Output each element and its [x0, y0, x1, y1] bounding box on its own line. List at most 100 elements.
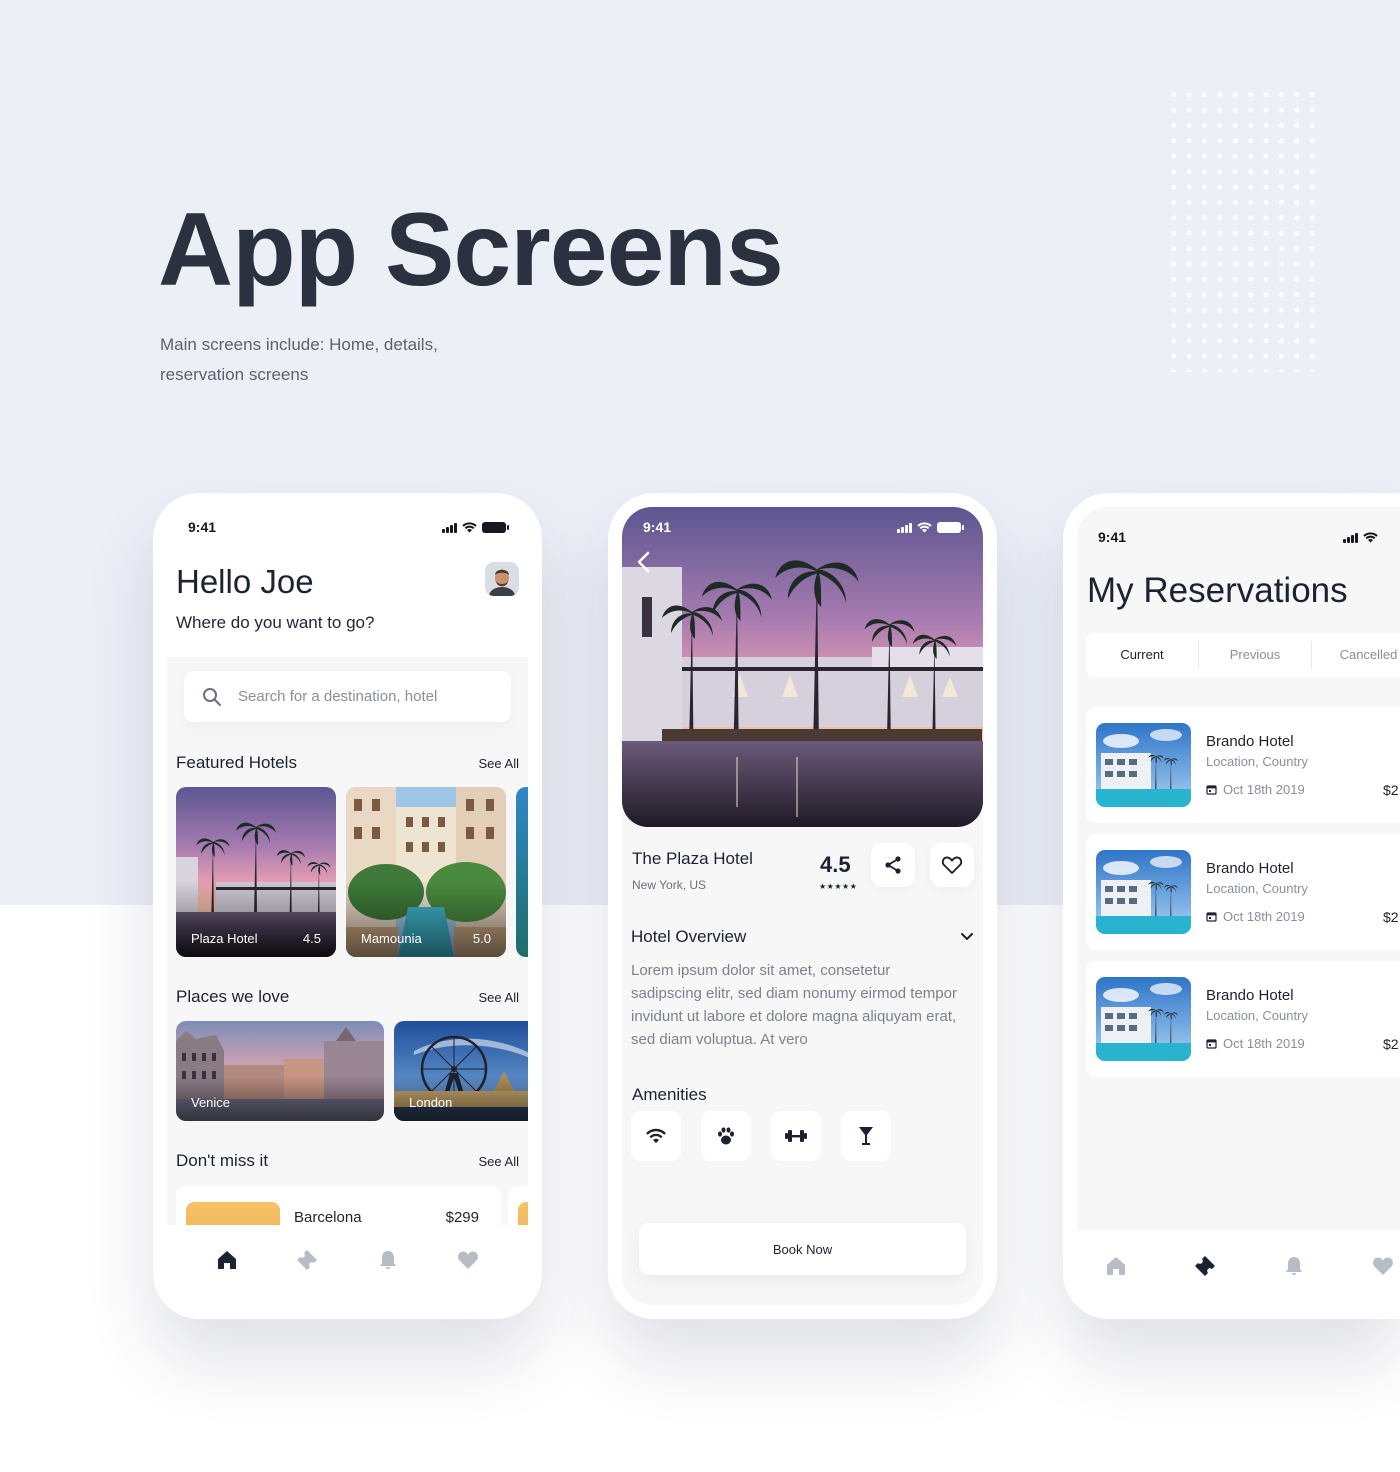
details-screen-phone: 9:41 The Plaza Hotel New York, US 4.5 ★★…	[608, 493, 997, 1319]
hotel-card-plaza[interactable]: Plaza Hotel 4.5	[176, 787, 336, 957]
home-screen-phone: 9:41 Hello Joe Where do you want to go?	[153, 493, 542, 1319]
paw-icon	[718, 1127, 734, 1145]
share-button[interactable]	[871, 843, 915, 887]
tab-notifications[interactable]	[368, 1240, 408, 1280]
reservation-hotel-photo	[1096, 977, 1191, 1061]
status-bar: 9:41	[1077, 517, 1400, 557]
place-card-name: London	[409, 1095, 453, 1110]
bell-icon	[379, 1251, 396, 1269]
dont-miss-header: Don't miss it See All	[176, 1151, 519, 1171]
reservation-card[interactable]: Brando Hotel Location, Country Oct 18th …	[1086, 961, 1400, 1077]
signal-icon	[1343, 532, 1358, 543]
tab-tickets[interactable]	[1187, 1246, 1222, 1286]
tab-home[interactable]	[207, 1240, 247, 1280]
details-screen: 9:41 The Plaza Hotel New York, US 4.5 ★★…	[622, 507, 983, 1305]
ticket-icon	[1194, 1255, 1215, 1276]
amenity-pets[interactable]	[701, 1111, 751, 1161]
dont-miss-see-all-link[interactable]: See All	[479, 1154, 519, 1169]
places-header: Places we love See All	[176, 987, 519, 1007]
avatar[interactable]	[485, 562, 519, 596]
tab-home[interactable]	[1098, 1246, 1133, 1286]
heart-outline-icon	[941, 856, 963, 874]
bell-icon	[1285, 1256, 1302, 1275]
calendar-icon	[1206, 912, 1217, 922]
reservation-segment-control: Current Previous Cancelled	[1086, 633, 1400, 677]
favorite-button[interactable]	[930, 843, 974, 887]
reservations-screen: 9:41 My Reservations Current Previous Ca…	[1077, 507, 1400, 1305]
battery-icon	[937, 521, 964, 533]
status-time: 9:41	[188, 519, 217, 535]
segment-cancelled[interactable]: Cancelled	[1312, 641, 1400, 669]
hotel-location: New York, US	[632, 878, 707, 892]
hotel-rating: 4.5	[820, 852, 851, 877]
bottom-tab-bar	[167, 1225, 528, 1305]
search-input[interactable]	[238, 688, 498, 705]
amenity-wifi[interactable]	[631, 1111, 681, 1161]
reservations-title: My Reservations	[1087, 571, 1348, 610]
reservation-location: Location, Country	[1206, 881, 1308, 896]
battery-icon	[482, 521, 509, 533]
hotel-card-mamounia[interactable]: Mamounia 5.0	[346, 787, 506, 957]
heart-icon	[1372, 1257, 1393, 1275]
dont-miss-title: Don't miss it	[176, 1151, 269, 1170]
place-card-london[interactable]: London	[394, 1021, 528, 1121]
reservation-card[interactable]: Brando Hotel Location, Country Oct 18th …	[1086, 834, 1400, 950]
featured-header: Featured Hotels See All	[176, 753, 519, 773]
reservation-card[interactable]: Brando Hotel Location, Country Oct 18th …	[1086, 707, 1400, 823]
hotel-name: The Plaza Hotel	[632, 849, 753, 868]
page-subtitle: Main screens include: Home, details, res…	[160, 335, 438, 384]
signal-icon	[897, 522, 912, 533]
status-bar: 9:41	[622, 507, 983, 547]
hotel-card-name: Mamounia	[361, 931, 422, 946]
place-card-venice[interactable]: Venice	[176, 1021, 384, 1121]
amenity-bar[interactable]	[841, 1111, 891, 1161]
home-icon	[1106, 1256, 1125, 1275]
reservation-hotel-photo	[1096, 723, 1191, 807]
status-time: 9:41	[643, 519, 672, 535]
cocktail-icon	[859, 1127, 873, 1145]
hotel-card-partial[interactable]	[516, 787, 528, 957]
home-icon	[218, 1251, 237, 1269]
tab-notifications[interactable]	[1276, 1246, 1311, 1286]
reservation-hotel-name: Brando Hotel	[1206, 733, 1294, 750]
hotel-hero-image: 9:41	[622, 507, 983, 827]
wifi-status-icon	[462, 521, 477, 532]
reservation-date-text: Oct 18th 2019	[1223, 782, 1305, 797]
reservation-location: Location, Country	[1206, 754, 1308, 769]
signal-icon	[442, 522, 457, 533]
share-icon	[885, 856, 901, 874]
tab-favorites[interactable]	[1365, 1246, 1400, 1286]
ticket-icon	[297, 1250, 318, 1270]
back-arrow-icon[interactable]	[634, 550, 654, 574]
reservation-location: Location, Country	[1206, 1008, 1308, 1023]
segment-previous[interactable]: Previous	[1199, 641, 1312, 669]
overview-header[interactable]: Hotel Overview	[631, 927, 974, 947]
greeting-prompt: Where do you want to go?	[176, 613, 375, 632]
home-screen: 9:41 Hello Joe Where do you want to go?	[167, 507, 528, 1305]
places-see-all-link[interactable]: See All	[479, 990, 519, 1005]
reservation-date-text: Oct 18th 2019	[1223, 1036, 1305, 1051]
reservation-date: Oct 18th 2019	[1206, 909, 1305, 924]
overview-title: Hotel Overview	[631, 927, 747, 946]
tab-tickets[interactable]	[287, 1240, 327, 1280]
segment-current[interactable]: Current	[1086, 641, 1199, 669]
chevron-down-icon[interactable]	[960, 932, 974, 942]
tab-favorites[interactable]	[448, 1240, 488, 1280]
deal-price: $299	[445, 1209, 479, 1226]
book-now-button[interactable]: Book Now	[639, 1223, 966, 1275]
deal-name: Barcelona	[294, 1209, 362, 1226]
reservation-price: $2	[1383, 909, 1399, 925]
wifi-status-icon	[1363, 531, 1378, 542]
place-card-name: Venice	[191, 1095, 231, 1110]
featured-title: Featured Hotels	[176, 753, 297, 772]
reservation-hotel-name: Brando Hotel	[1206, 860, 1294, 877]
amenity-gym[interactable]	[771, 1111, 821, 1161]
calendar-icon	[1206, 785, 1217, 795]
search-icon	[203, 687, 221, 706]
wifi-icon	[646, 1128, 666, 1143]
greeting-title: Hello Joe	[176, 563, 314, 600]
search-bar[interactable]	[184, 671, 511, 722]
overview-text: Lorem ipsum dolor sit amet, consetetur s…	[631, 962, 957, 1048]
featured-see-all-link[interactable]: See All	[479, 756, 519, 771]
page-title: App Screens	[158, 192, 784, 308]
